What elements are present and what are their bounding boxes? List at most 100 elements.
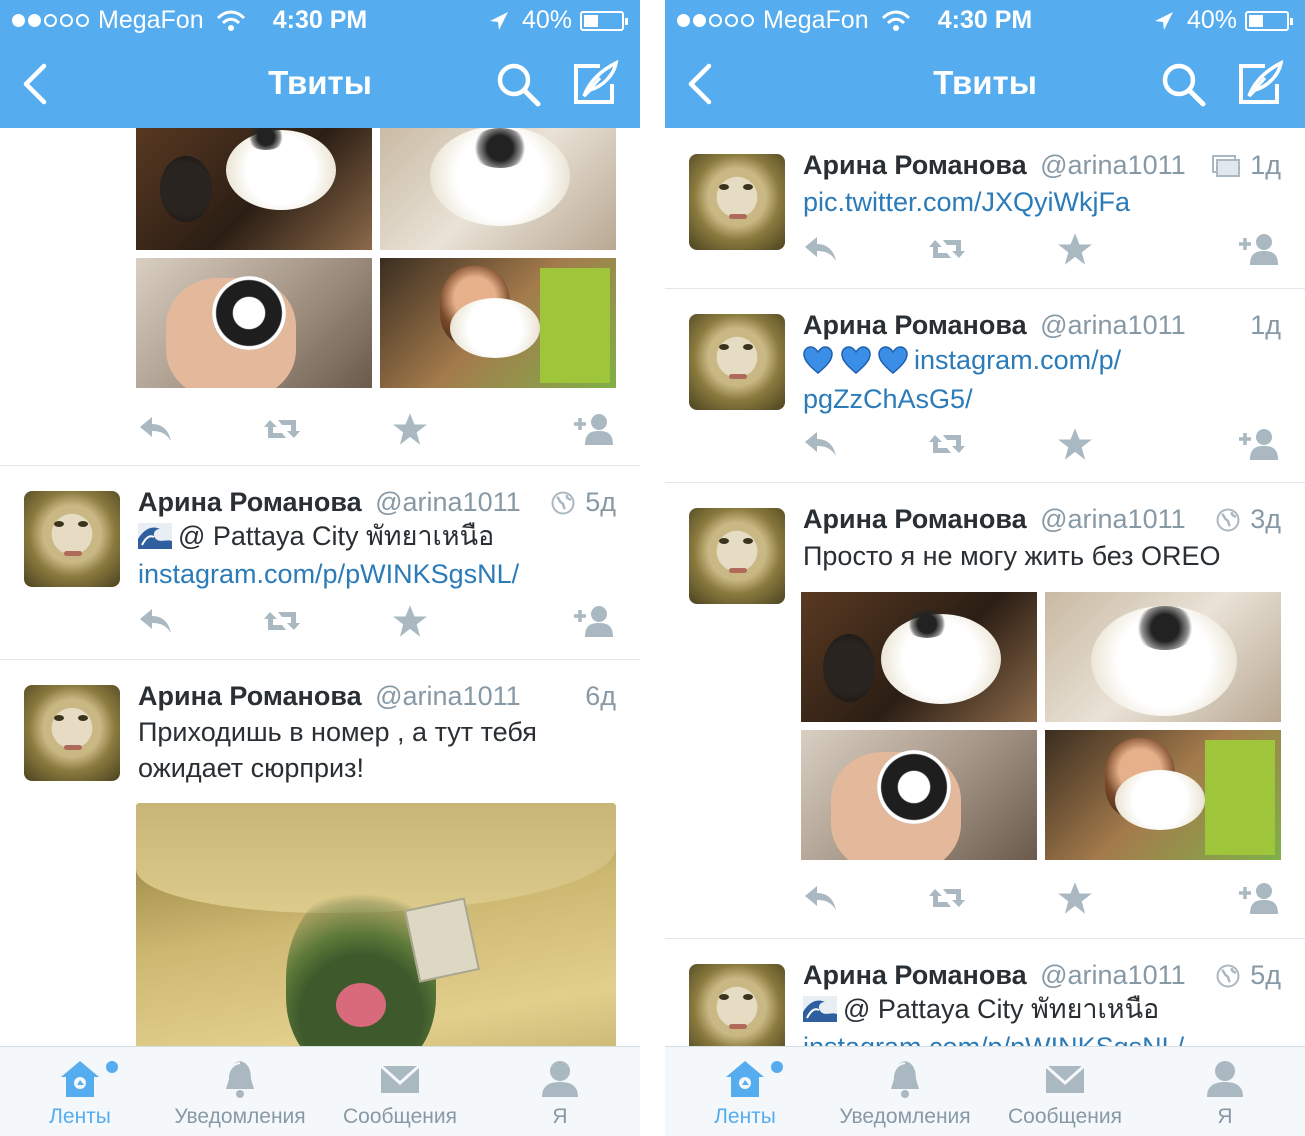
top-bar: MegaFon 4:30 PM 40% Твиты bbox=[665, 0, 1305, 128]
tab-me[interactable]: Я bbox=[480, 1047, 640, 1136]
follow-user-icon[interactable] bbox=[1237, 232, 1281, 266]
tweet-header: Арина Романова @arina1011 1д bbox=[803, 310, 1281, 344]
retweet-icon[interactable] bbox=[262, 412, 302, 446]
person-icon bbox=[538, 1057, 582, 1101]
tweet-link[interactable]: pic.twitter.com/JXQyiWkjFa bbox=[803, 184, 1281, 220]
user-name[interactable]: Арина Романова bbox=[138, 681, 362, 711]
tweet[interactable]: Арина Романова @arina1011 3д Просто я не… bbox=[665, 483, 1305, 939]
tweet-feed[interactable]: Арина Романова @arina1011 1д pic.twitter… bbox=[665, 128, 1305, 1046]
reply-icon[interactable] bbox=[803, 232, 839, 266]
envelope-icon bbox=[378, 1057, 422, 1101]
user-name[interactable]: Арина Романова bbox=[803, 504, 1027, 534]
tweet[interactable]: Арина Романова @arina1011 5д @ Pattaya C… bbox=[665, 939, 1305, 1046]
follow-user-icon[interactable] bbox=[1237, 881, 1281, 915]
avatar[interactable] bbox=[689, 964, 785, 1046]
tweet-header: Арина Романова @arina1011 6д bbox=[138, 681, 616, 715]
user-name[interactable]: Арина Романова bbox=[803, 150, 1027, 180]
tweet-text: @ Pattaya City พัทยาเหนือ instagram.com/… bbox=[803, 991, 1281, 1046]
tab-home[interactable]: Ленты bbox=[0, 1047, 160, 1136]
retweet-icon[interactable] bbox=[262, 604, 302, 638]
user-handle: @arina1011 bbox=[1040, 504, 1186, 534]
favorite-star-icon[interactable] bbox=[392, 604, 428, 638]
tweet-photo[interactable] bbox=[380, 128, 616, 250]
follow-user-icon[interactable] bbox=[572, 604, 616, 638]
page-title: Твиты bbox=[933, 64, 1037, 101]
avatar[interactable] bbox=[689, 508, 785, 604]
tab-me[interactable]: Я bbox=[1145, 1047, 1305, 1136]
search-button[interactable] bbox=[1161, 62, 1207, 108]
tab-bar: Ленты Уведомления Сообщения Я bbox=[0, 1046, 640, 1136]
tweet-link[interactable]: instagram.com/p/ bbox=[914, 345, 1121, 375]
tweet-photo[interactable] bbox=[801, 730, 1037, 860]
compose-tweet-button[interactable] bbox=[1235, 60, 1285, 108]
tab-home[interactable]: Ленты bbox=[665, 1047, 825, 1136]
favorite-star-icon[interactable] bbox=[1057, 232, 1093, 266]
tweet-header: Арина Романова @arina1011 1д bbox=[803, 150, 1281, 184]
battery-percent: 40% bbox=[521, 6, 572, 34]
search-button[interactable] bbox=[496, 62, 542, 108]
tweet-photo[interactable] bbox=[136, 803, 616, 1046]
tab-messages[interactable]: Сообщения bbox=[985, 1047, 1145, 1136]
tweet-time: 5д bbox=[1250, 960, 1281, 990]
tab-label: Уведомления bbox=[174, 1105, 306, 1128]
avatar[interactable] bbox=[689, 154, 785, 250]
globe-icon bbox=[1216, 508, 1240, 532]
reply-icon[interactable] bbox=[803, 881, 839, 915]
retweet-icon[interactable] bbox=[927, 232, 967, 266]
tab-bar: Ленты Уведомления Сообщения Я bbox=[665, 1046, 1305, 1136]
battery-percent: 40% bbox=[1186, 6, 1237, 34]
favorite-star-icon[interactable] bbox=[1057, 427, 1093, 461]
user-name[interactable]: Арина Романова bbox=[138, 487, 362, 517]
retweet-icon[interactable] bbox=[927, 881, 967, 915]
tab-messages[interactable]: Сообщения bbox=[320, 1047, 480, 1136]
tweet[interactable]: Арина Романова @arina1011 6д Приходишь в… bbox=[0, 660, 640, 1046]
user-name[interactable]: Арина Романова bbox=[803, 310, 1027, 340]
tweet-link[interactable]: instagram.com/p/pWINKSgsNL/ bbox=[803, 1029, 1281, 1046]
tab-notifications[interactable]: Уведомления bbox=[825, 1047, 985, 1136]
home-icon bbox=[58, 1057, 102, 1101]
tab-label: Ленты bbox=[714, 1105, 776, 1128]
follow-user-icon[interactable] bbox=[572, 412, 616, 446]
tweet[interactable]: Арина Романова @arina1011 1д pic.twitter… bbox=[665, 128, 1305, 289]
tab-notifications[interactable]: Уведомления bbox=[160, 1047, 320, 1136]
blue-heart-icon bbox=[803, 346, 833, 374]
tweet[interactable]: Арина Романова @arina1011 1д instagram.c… bbox=[665, 289, 1305, 483]
tweet-time: 5д bbox=[585, 487, 616, 517]
tweet-time: 3д bbox=[1250, 504, 1281, 534]
avatar[interactable] bbox=[24, 685, 120, 781]
tweet-photo[interactable] bbox=[801, 592, 1037, 722]
tweet-link[interactable]: instagram.com/p/pWINKSgsNL/ bbox=[138, 556, 616, 592]
phone-screen-right: MegaFon 4:30 PM 40% Твиты Арина Романова… bbox=[665, 0, 1305, 1136]
tab-label: Сообщения bbox=[1008, 1105, 1122, 1128]
status-bar: MegaFon 4:30 PM 40% bbox=[0, 0, 640, 40]
retweet-icon[interactable] bbox=[927, 427, 967, 461]
tweet-photo[interactable] bbox=[1045, 730, 1281, 860]
tweet-actions bbox=[803, 427, 1283, 461]
compose-tweet-button[interactable] bbox=[570, 60, 620, 108]
tab-label: Я bbox=[552, 1105, 568, 1128]
follow-user-icon[interactable] bbox=[1237, 427, 1281, 461]
location-arrow-icon bbox=[488, 10, 510, 32]
tweet-photo[interactable] bbox=[1045, 592, 1281, 722]
location-arrow-icon bbox=[1153, 10, 1175, 32]
user-name[interactable]: Арина Романова bbox=[803, 960, 1027, 990]
globe-icon bbox=[551, 491, 575, 515]
avatar[interactable] bbox=[24, 491, 120, 587]
tweet-photo[interactable] bbox=[136, 128, 372, 250]
reply-icon[interactable] bbox=[138, 412, 174, 446]
tweet-link-continued[interactable]: pgZzChAsG5/ bbox=[803, 380, 1281, 419]
tweet-location-text: @ Pattaya City พัทยาเหนือ bbox=[178, 521, 495, 551]
avatar[interactable] bbox=[689, 314, 785, 410]
tweet[interactable] bbox=[0, 128, 640, 466]
tab-label: Я bbox=[1217, 1105, 1233, 1128]
reply-icon[interactable] bbox=[138, 604, 174, 638]
tweet-actions bbox=[803, 881, 1283, 915]
tweet-photo[interactable] bbox=[136, 258, 372, 388]
favorite-star-icon[interactable] bbox=[392, 412, 428, 446]
tweet-photo[interactable] bbox=[380, 258, 616, 388]
navigation-bar: Твиты bbox=[665, 40, 1305, 128]
favorite-star-icon[interactable] bbox=[1057, 881, 1093, 915]
reply-icon[interactable] bbox=[803, 427, 839, 461]
tweet[interactable]: Арина Романова @arina1011 5д @ Pattaya C… bbox=[0, 466, 640, 660]
tweet-feed[interactable]: Арина Романова @arina1011 5д @ Pattaya C… bbox=[0, 128, 640, 1046]
